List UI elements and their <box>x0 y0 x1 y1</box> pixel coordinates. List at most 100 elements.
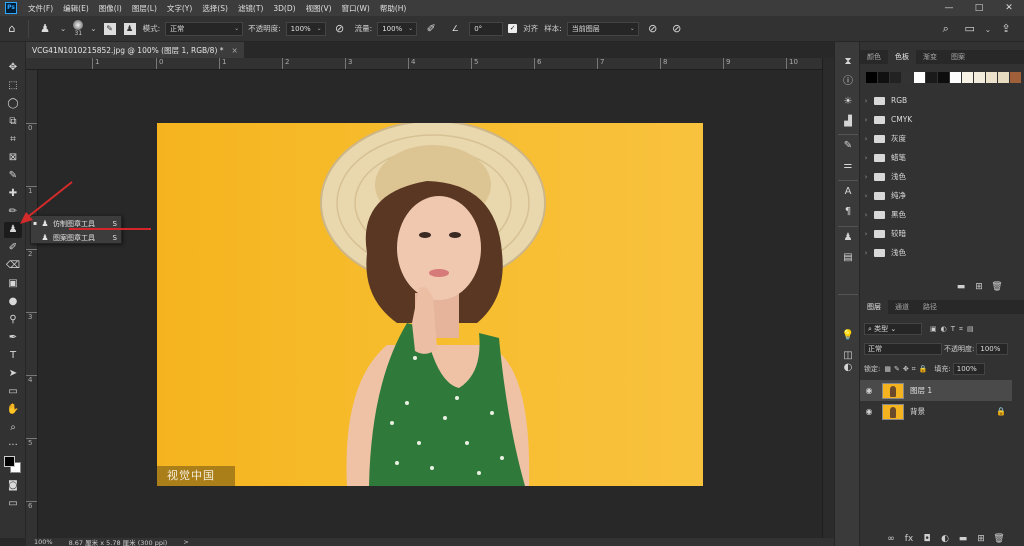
layer-fill-field[interactable]: 100% <box>952 363 985 375</box>
type-tool-icon[interactable]: T <box>4 348 22 364</box>
angle-icon[interactable]: ∠ <box>447 21 463 37</box>
brush-preset-picker[interactable]: 31 <box>73 20 84 37</box>
brush-settings-icon[interactable]: ✎ <box>103 22 116 35</box>
pressure-size-icon[interactable]: ⊘ <box>669 21 685 37</box>
layer-row-background[interactable]: ◉ 背景 🔒 <box>860 401 1012 422</box>
color-swatch[interactable] <box>962 72 973 83</box>
visibility-eye-icon[interactable]: ◉ <box>860 386 878 395</box>
tab-channels[interactable]: 通道 <box>888 300 916 314</box>
tab-gradients[interactable]: 渐变 <box>916 50 944 64</box>
zoom-level[interactable]: 100% <box>34 538 53 546</box>
menu-view[interactable]: 视图(V) <box>301 3 337 14</box>
layer-row-layer1[interactable]: ◉ 图层 1 <box>860 380 1012 401</box>
new-swatch-icon[interactable]: ⊞ <box>970 282 988 292</box>
menu-help[interactable]: 帮助(H) <box>375 3 412 14</box>
swatch-group-pastel[interactable]: › 蜡笔 <box>860 148 1024 167</box>
rectangle-tool-icon[interactable]: ▭ <box>4 384 22 400</box>
swatch-group-dark[interactable]: › 黑色 <box>860 205 1024 224</box>
adjustments-icon[interactable]: ☀ <box>840 94 856 110</box>
color-swatch[interactable] <box>914 72 925 83</box>
color-swatch[interactable] <box>950 72 961 83</box>
horizontal-ruler[interactable]: 1 0 1 2 3 4 5 6 7 8 9 10 <box>26 58 822 70</box>
menu-filter[interactable]: 滤镜(T) <box>233 3 268 14</box>
tab-paths[interactable]: 路径 <box>916 300 944 314</box>
clone-stamp-tool-preset-icon[interactable]: ♟ <box>37 21 53 37</box>
new-layer-icon[interactable]: ⊞ <box>972 534 990 544</box>
color-swatch[interactable] <box>974 72 985 83</box>
fx-icon[interactable]: fx <box>900 534 918 544</box>
zoom-tool-icon[interactable]: ⌕ <box>4 420 22 436</box>
visibility-eye-icon[interactable]: ◉ <box>860 407 878 416</box>
group-icon[interactable]: ▬ <box>954 534 972 544</box>
color-swatch[interactable] <box>986 72 997 83</box>
swatch-group-grayscale[interactable]: › 灰度 <box>860 129 1024 148</box>
histogram-icon[interactable]: ▟ <box>840 114 856 130</box>
chevron-down-icon[interactable]: ⌄ <box>985 25 991 34</box>
pen-tool-icon[interactable]: ✒ <box>4 330 22 346</box>
color-swatch[interactable] <box>998 72 1009 83</box>
menu-3d[interactable]: 3D(D) <box>268 4 300 13</box>
quick-mask-icon[interactable]: ◙ <box>4 478 22 494</box>
character-icon[interactable]: A <box>840 184 856 200</box>
align-checkbox[interactable]: ✓ <box>508 24 518 33</box>
vertical-ruler[interactable]: 0 1 2 3 4 5 6 <box>26 70 38 538</box>
opacity-field[interactable]: 100% ⌄ <box>285 21 326 36</box>
vertical-scrollbar[interactable] <box>822 58 834 538</box>
menu-window[interactable]: 窗口(W) <box>337 3 375 14</box>
info-icon[interactable]: ⓘ <box>840 74 856 90</box>
search-icon[interactable]: ⌕ <box>938 21 954 37</box>
home-icon[interactable]: ⌂ <box>4 21 20 37</box>
tab-layers[interactable]: 图层 <box>860 300 888 314</box>
minimize-button[interactable]: — <box>934 0 964 16</box>
tab-swatches[interactable]: 色板 <box>888 50 916 64</box>
color-swatch[interactable] <box>938 72 949 83</box>
swatch-group-pure[interactable]: › 纯净 <box>860 186 1024 205</box>
paragraph-icon[interactable]: ¶ <box>840 204 856 220</box>
maximize-button[interactable]: □ <box>964 0 994 16</box>
crop-tool-icon[interactable]: ⌗ <box>4 132 22 148</box>
frame-tool-icon[interactable]: ⊠ <box>4 150 22 166</box>
workspace-icon[interactable]: ▭ <box>962 21 978 37</box>
menu-image[interactable]: 图像(I) <box>94 3 127 14</box>
adjustment-icon[interactable]: ◐ <box>936 534 954 544</box>
color-swatch[interactable] <box>890 72 901 83</box>
layer-comps-icon[interactable]: ◐ <box>840 360 856 376</box>
color-swatch[interactable] <box>902 72 913 83</box>
ignore-adjustment-icon[interactable]: ⊘ <box>645 21 661 37</box>
swatch-group-rgb[interactable]: › RGB <box>860 91 1024 110</box>
chevron-down-icon[interactable]: ⌄ <box>90 24 96 33</box>
foreground-color-swatch[interactable] <box>4 456 15 467</box>
close-window-button[interactable]: ✕ <box>994 0 1024 16</box>
flyout-item-pattern-stamp[interactable]: ♟ 图案图章工具 S <box>31 231 121 244</box>
libraries-icon[interactable]: ▤ <box>840 250 856 266</box>
lasso-tool-icon[interactable]: ◯ <box>4 96 22 112</box>
marquee-tool-icon[interactable]: ⬚ <box>4 78 22 94</box>
swatch-group-darker[interactable]: › 较暗 <box>860 224 1024 243</box>
history-brush-tool-icon[interactable]: ✐ <box>4 240 22 256</box>
chevron-down-icon[interactable]: ⌄ <box>60 24 66 33</box>
tab-patterns[interactable]: 图案 <box>944 50 972 64</box>
delete-icon[interactable]: 🗑 <box>988 282 1006 292</box>
tab-color[interactable]: 颜色 <box>860 50 888 64</box>
color-swatch[interactable] <box>866 72 877 83</box>
history-icon[interactable]: ⧗ <box>840 54 856 70</box>
dodge-tool-icon[interactable]: ⚲ <box>4 312 22 328</box>
delete-icon[interactable]: 🗑 <box>990 534 1008 544</box>
blur-tool-icon[interactable]: ● <box>4 294 22 310</box>
status-menu-arrow[interactable]: > <box>183 538 188 546</box>
menu-type[interactable]: 文字(Y) <box>162 3 197 14</box>
document-canvas[interactable]: 视觉中国 <box>38 70 822 538</box>
pressure-opacity-icon[interactable]: ⊘ <box>332 21 348 37</box>
object-select-tool-icon[interactable]: ⧉ <box>4 114 22 130</box>
layer-opacity-field[interactable]: 100% <box>976 343 1009 355</box>
new-group-icon[interactable]: ▬ <box>952 282 970 292</box>
document-tab[interactable]: VCG41N1010215852.jpg @ 100% (图层 1, RGB/8… <box>26 42 244 58</box>
color-swatch[interactable] <box>878 72 889 83</box>
layer-filter-icons[interactable]: ▣◐T⌗▤ <box>930 325 978 334</box>
layer-filter-select[interactable]: ⌕ 类型 ⌄ <box>864 323 922 335</box>
color-swatch[interactable] <box>926 72 937 83</box>
clone-source-panel-icon[interactable]: ♟ <box>840 230 856 246</box>
menu-select[interactable]: 选择(S) <box>197 3 233 14</box>
lock-icons[interactable]: ▦✎✥⌗🔒 <box>884 365 930 374</box>
move-tool-icon[interactable]: ✥ <box>4 60 22 76</box>
